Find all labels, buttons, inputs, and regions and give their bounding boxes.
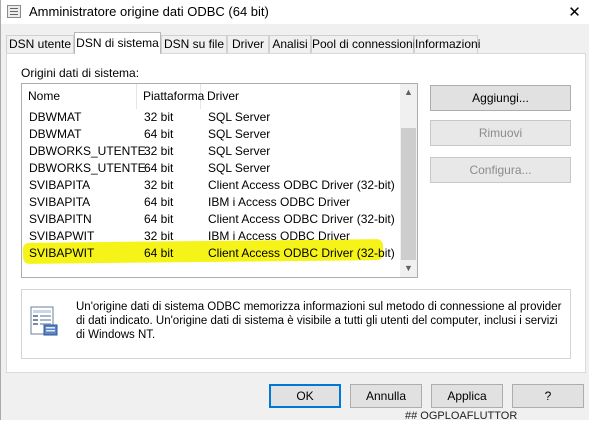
close-icon: ✕ [568,4,581,21]
data-source-icon [30,306,58,336]
row-name: DBWMAT [29,127,82,141]
info-description: Un'origine dati di sistema ODBC memorizz… [76,301,562,341]
row-platform: 64 bit [144,246,174,260]
info-box: Un'origine dati di sistema ODBC memorizz… [21,289,571,359]
list-row[interactable]: DBWORKS_UTENTE 32 bit SQL Server [22,143,400,160]
column-header-name[interactable]: Nome [22,84,137,109]
row-name: SVIBAPWIT [29,246,95,260]
system-dsn-list[interactable]: Nome Piattaforma Driver DBWMAT 32 bit SQ… [21,83,418,278]
row-name: DBWORKS_UTENTE [29,144,146,158]
row-platform: 32 bit [144,178,174,192]
list-row[interactable]: SVIBAPITA 64 bit IBM i Access ODBC Drive… [22,194,400,211]
list-header: Nome Piattaforma Driver [22,84,400,109]
title-bar[interactable]: Amministratore origine dati ODBC (64 bit… [1,0,589,24]
tab-pool-di-connessioni[interactable]: Pool di connessioni [311,35,415,53]
row-platform: 32 bit [144,144,174,158]
row-name: SVIBAPITA [29,195,91,209]
list-row[interactable]: DBWMAT 32 bit SQL Server [22,109,400,126]
vertical-scrollbar[interactable]: ▲ ▼ [400,84,417,277]
row-driver: Client Access ODBC Driver (32-bit) [208,246,395,260]
list-row[interactable]: DBWORKS_UTENTE 64 bit SQL Server [22,160,400,177]
row-driver: SQL Server [208,161,271,175]
row-driver: Client Access ODBC Driver (32-bit) [208,178,395,192]
row-name: DBWMAT [29,110,82,124]
row-platform: 32 bit [144,229,174,243]
tab-analisi[interactable]: Analisi [269,35,311,53]
column-header-platform[interactable]: Piattaforma [137,84,204,109]
odbc-app-icon [7,5,21,18]
tab-dsn-utente[interactable]: DSN utente [6,35,74,53]
system-dsn-label: Origini dati di sistema: [21,66,140,80]
cancel-button[interactable]: Annulla [350,384,422,408]
row-platform: 64 bit [144,127,174,141]
scroll-up-arrow-icon[interactable]: ▲ [400,84,417,101]
row-name: SVIBAPITN [29,212,92,226]
tab-dsn-su-file[interactable]: DSN su file [161,35,227,53]
row-name: DBWORKS_UTENTE [29,161,146,175]
list-row-highlighted[interactable]: SVIBAPWIT 64 bit Client Access ODBC Driv… [22,245,400,262]
list-row[interactable]: DBWMAT 64 bit SQL Server [22,126,400,143]
row-platform: 64 bit [144,212,174,226]
ok-button[interactable]: OK [269,384,341,408]
row-platform: 64 bit [144,195,174,209]
apply-button[interactable]: Applica [431,384,503,408]
row-driver: SQL Server [208,127,271,141]
list-row[interactable]: SVIBAPWIT 32 bit IBM i Access ODBC Drive… [22,228,400,245]
tab-dsn-di-sistema[interactable]: DSN di sistema [74,32,161,54]
list-row[interactable]: SVIBAPITA 32 bit Client Access ODBC Driv… [22,177,400,194]
row-name: SVIBAPWIT [29,229,95,243]
row-driver: Client Access ODBC Driver (32-bit) [208,212,395,226]
close-button[interactable]: ✕ [559,0,589,24]
tab-informazioni[interactable]: Informazioni [414,35,480,53]
window-title: Amministratore origine dati ODBC (64 bit… [29,4,269,19]
remove-button[interactable]: Rimuovi [430,120,571,146]
help-button[interactable]: ? [512,384,584,408]
row-driver: SQL Server [208,110,271,124]
configure-button[interactable]: Configura... [430,157,571,183]
odbc-admin-window: Amministratore origine dati ODBC (64 bit… [0,0,589,420]
column-header-driver[interactable]: Driver [201,84,400,109]
row-platform: 32 bit [144,110,174,124]
tab-driver[interactable]: Driver [227,35,269,53]
row-driver: IBM i Access ODBC Driver [208,195,351,209]
row-name: SVIBAPITA [29,178,91,192]
row-platform: 64 bit [144,161,174,175]
scroll-down-arrow-icon[interactable]: ▼ [400,260,417,277]
background-window-fragment: ## OGPLOAFLUTTOR [405,410,518,422]
row-driver: SQL Server [208,144,271,158]
scroll-thumb[interactable] [401,128,416,260]
list-row[interactable]: SVIBAPITN 64 bit Client Access ODBC Driv… [22,211,400,228]
add-button[interactable]: Aggiungi... [430,85,571,111]
row-driver: IBM i Access ODBC Driver [208,229,351,243]
